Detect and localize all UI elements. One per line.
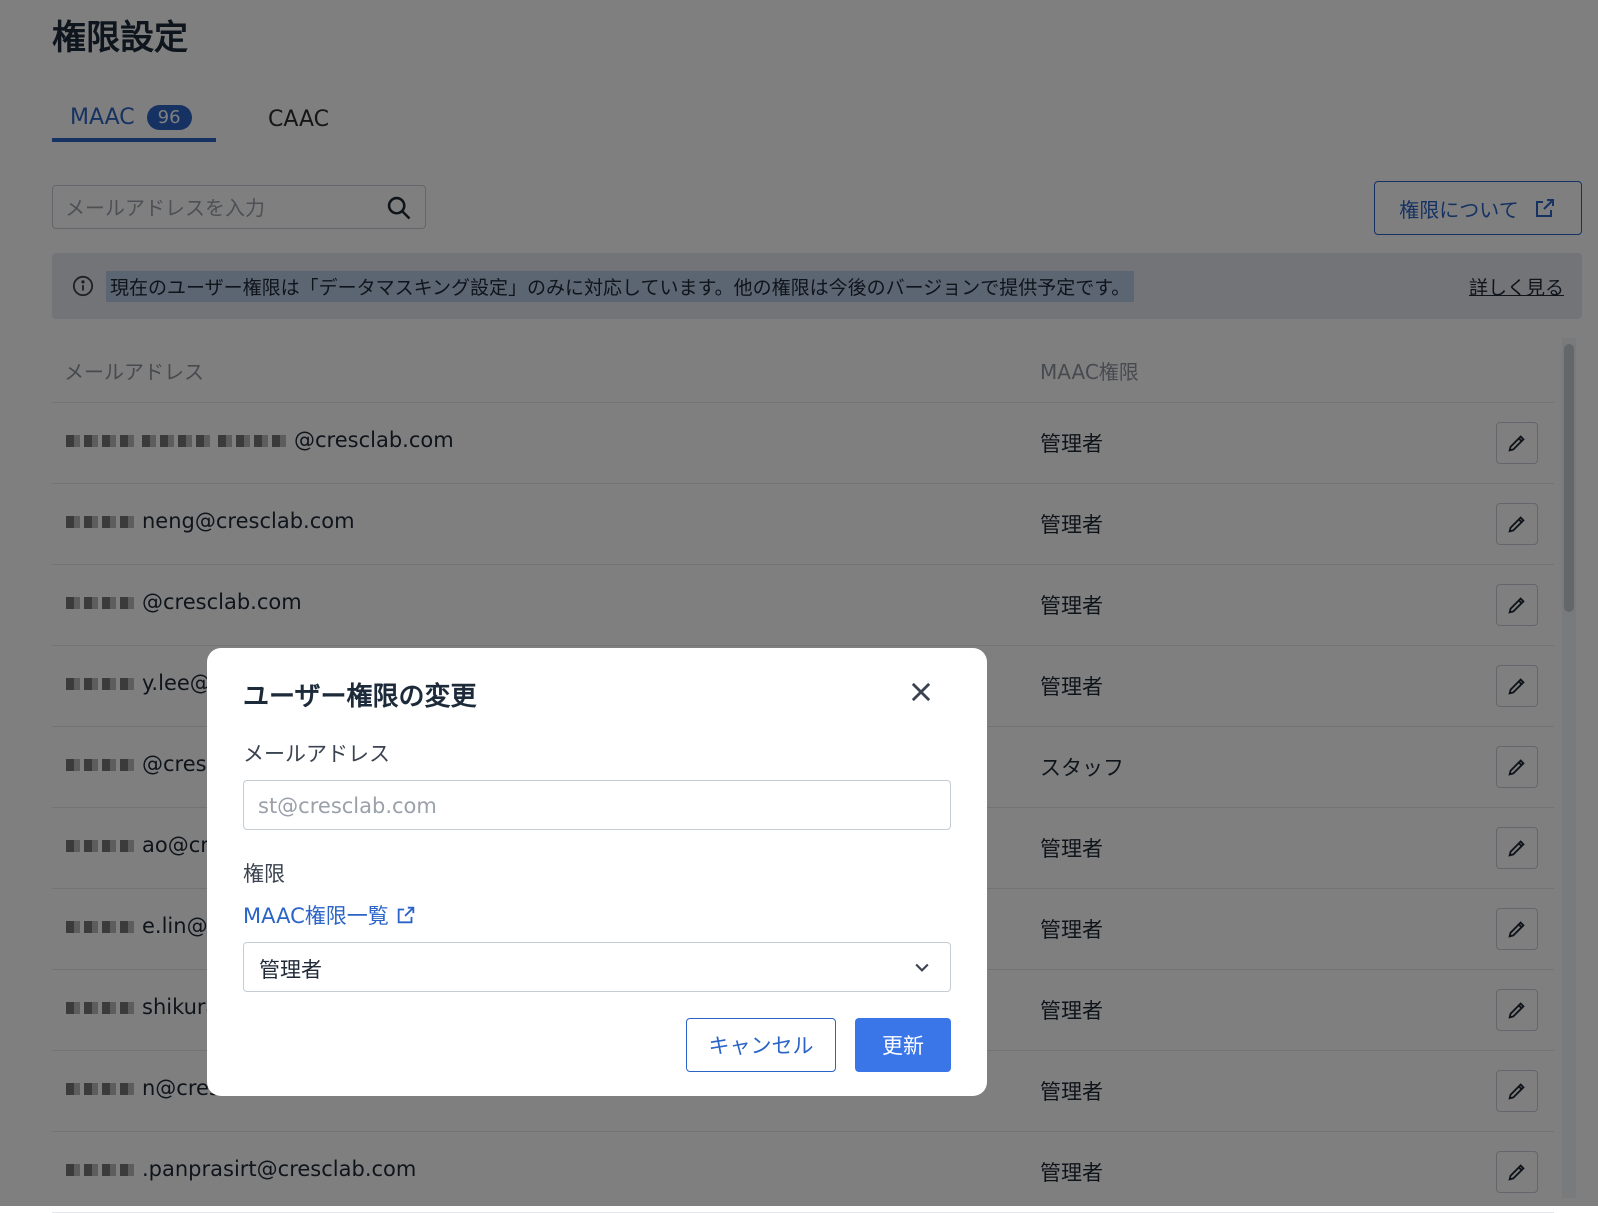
change-permission-dialog: ユーザー権限の変更 メールアドレス 権限 MAAC権限一覧 管理者 キャンセル … — [207, 648, 987, 1096]
cancel-button[interactable]: キャンセル — [686, 1018, 836, 1072]
permission-select[interactable]: 管理者 — [243, 942, 951, 992]
permission-list-link-label: MAAC権限一覧 — [243, 904, 389, 928]
dialog-title: ユーザー権限の変更 — [243, 682, 477, 712]
chevron-down-icon — [915, 963, 929, 972]
close-icon[interactable] — [907, 678, 935, 706]
permission-select-value: 管理者 — [259, 958, 322, 982]
permission-label: 権限 — [243, 862, 285, 886]
permission-list-link[interactable]: MAAC権限一覧 — [243, 900, 417, 930]
email-field — [243, 780, 951, 830]
email-input — [256, 789, 940, 823]
update-button[interactable]: 更新 — [855, 1018, 951, 1072]
external-link-icon — [397, 906, 414, 924]
email-label: メールアドレス — [243, 742, 390, 766]
